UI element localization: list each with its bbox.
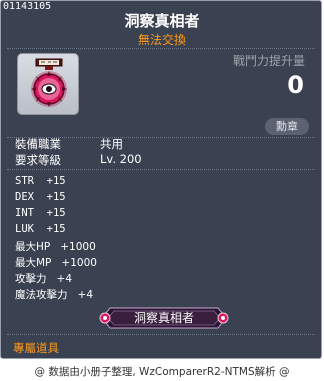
stat-row: 最大MP +1000 (15, 255, 97, 270)
stat-row: 魔法攻擊力 +4 (15, 287, 93, 302)
medal-title-banner: 洞察真相者 (96, 305, 232, 331)
stat-row: INT +15 (15, 207, 66, 219)
divider (7, 169, 315, 170)
item-name: 洞察真相者 (124, 12, 200, 30)
divider (7, 48, 315, 49)
power-label: 戰鬥力提升量 (232, 54, 305, 68)
job-row: 裝備職業 共用 (15, 136, 123, 152)
footer-credit: @ 数据由小册子整理, WzComparerR2-NTMS解析 @ (34, 366, 290, 378)
stat-row: LUK +15 (15, 223, 66, 235)
medal-button[interactable]: 勳章 (265, 118, 309, 135)
stat-value: +4 (56, 273, 72, 285)
stat-row: 攻擊力 +4 (15, 271, 72, 286)
divider (7, 334, 315, 335)
stat-value: +1000 (60, 241, 96, 253)
item-icon-frame (17, 53, 79, 115)
stat-name: STR (15, 175, 34, 187)
job-value: 共用 (100, 137, 123, 151)
stat-name: LUK (15, 223, 34, 235)
stat-name: 攻擊力 (15, 273, 47, 285)
stat-row: STR +15 (15, 175, 66, 187)
stat-row: 最大HP +1000 (15, 239, 96, 254)
stat-name: 最大MP (15, 257, 52, 269)
stat-value: +1000 (61, 257, 97, 269)
stat-value: +15 (46, 191, 66, 203)
stat-row: DEX +15 (15, 191, 66, 203)
medal-icon (31, 58, 67, 107)
stat-name: 最大HP (15, 241, 51, 253)
item-tooltip: 01143105 洞察真相者 無法交換 戰鬥力提升量 0 勳章 裝備職業 共用 (0, 0, 322, 359)
level-value: Lv. 200 (100, 152, 142, 166)
job-label: 裝備職業 (15, 137, 61, 151)
level-row: 要求等級 Lv. 200 (15, 152, 142, 168)
level-label: 要求等級 (15, 153, 61, 167)
exclusive-item-label: 專屬道具 (13, 341, 59, 355)
stat-name: INT (15, 207, 34, 219)
power-value: 0 (287, 71, 304, 99)
medal-title: 洞察真相者 (133, 311, 194, 325)
stat-value: +15 (46, 223, 66, 235)
stat-value: +15 (46, 207, 66, 219)
stat-value: +15 (46, 175, 66, 187)
stat-name: 魔法攻擊力 (15, 289, 68, 301)
stat-name: DEX (15, 191, 34, 203)
stat-value: +4 (77, 289, 93, 301)
trade-status: 無法交換 (137, 33, 186, 47)
